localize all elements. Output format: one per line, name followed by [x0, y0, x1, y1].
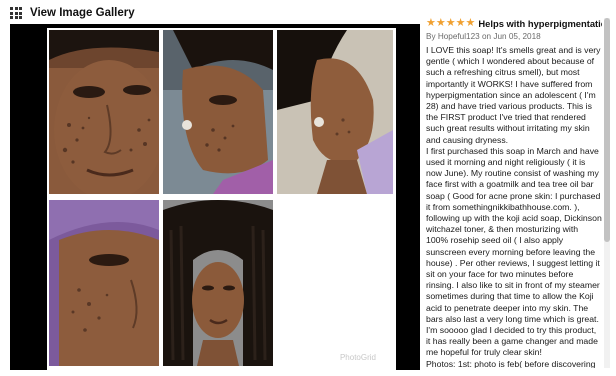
review-meta: By Hopeful123 on Jun 05, 2018 — [426, 32, 541, 41]
rating-stars: ★ ★ ★ ★ ★ — [426, 18, 475, 29]
photogrid-watermark: PhotoGrid — [339, 353, 376, 362]
review-photo-4[interactable] — [49, 200, 159, 366]
star-icon: ★ — [426, 18, 436, 29]
review-scrollbar[interactable] — [604, 18, 610, 368]
review-title: Helps with hyperpigmentation! — [478, 18, 602, 29]
photo-collage: PhotoGrid — [47, 28, 396, 370]
review-photo-2[interactable] — [163, 30, 273, 194]
gallery-title[interactable]: View Image Gallery — [30, 7, 135, 19]
review-header: ★ ★ ★ ★ ★ Helps with hyperpigmentation! — [426, 18, 602, 29]
review-photo-1[interactable] — [49, 30, 159, 194]
review-paragraph: Photos: 1st: photo is feb( before discov… — [426, 358, 596, 368]
star-icon: ★ — [435, 18, 446, 29]
scrollbar-thumb[interactable] — [604, 18, 610, 242]
review-paragraph: I first purchased this soap in March and… — [426, 145, 602, 358]
image-viewer: PhotoGrid — [10, 24, 420, 370]
star-icon: ★ — [465, 18, 476, 29]
review-photo-3[interactable] — [277, 30, 393, 194]
grid-icon — [10, 7, 22, 19]
review-photo-5[interactable] — [163, 200, 273, 366]
star-icon: ★ — [455, 18, 466, 29]
gallery-header[interactable]: View Image Gallery — [10, 6, 135, 20]
review-paragraph: I LOVE this soap! It's smells great and … — [426, 45, 601, 145]
review-panel: ★ ★ ★ ★ ★ Helps with hyperpigmentation! … — [426, 18, 602, 368]
star-icon: ★ — [445, 18, 456, 29]
review-body: I LOVE this soap! It's smells great and … — [426, 45, 602, 368]
